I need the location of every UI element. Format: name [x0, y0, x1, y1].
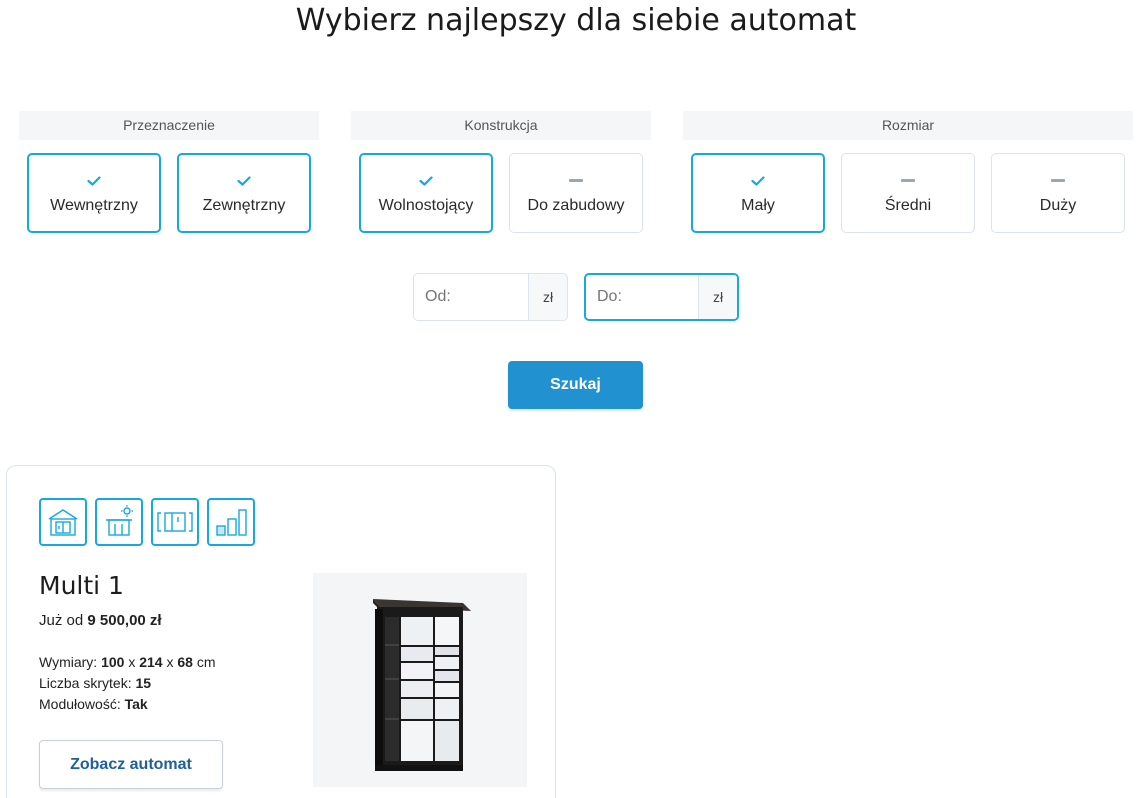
view-product-button[interactable]: Zobacz automat [39, 740, 223, 789]
freestanding-module-icon [151, 498, 199, 546]
filter-header-construction: Konstrukcja [351, 111, 651, 140]
parcel-locker-illustration [373, 599, 471, 771]
product-specs: Wymiary: 100 x 214 x 68 cm Liczba skryte… [39, 652, 216, 715]
spec-label: Wymiary: [39, 654, 98, 670]
dim-separator: x [128, 654, 136, 670]
dim-unit: cm [196, 654, 216, 670]
product-price: Już od 9 500,00 zł [39, 612, 162, 629]
page-title: Wybierz najlepszy dla siebie automat [295, 3, 857, 38]
spec-modularity: Modułowość: Tak [39, 694, 216, 715]
dim-depth: 68 [177, 654, 193, 670]
filter-header-purpose: Przeznaczenie [19, 111, 319, 140]
dim-separator: x [166, 654, 174, 670]
filter-group-construction: Konstrukcja Wolnostojący Do zabudowy [351, 111, 651, 233]
option-label: Zewnętrzny [202, 197, 286, 214]
indoor-building-icon [39, 498, 87, 546]
option-outdoor[interactable]: Zewnętrzny [177, 153, 311, 233]
option-freestanding[interactable]: Wolnostojący [359, 153, 493, 233]
search-button[interactable]: Szukaj [508, 361, 643, 409]
option-label: Wewnętrzny [50, 197, 138, 214]
option-medium[interactable]: Średni [841, 153, 975, 233]
option-label: Wolnostojący [378, 197, 474, 214]
option-label: Mały [741, 197, 775, 214]
dash-icon [510, 174, 642, 188]
spec-label: Modułowość: [39, 696, 121, 712]
filter-group-size: Rozmiar Mały Średni Duży [683, 111, 1133, 233]
option-label: Średni [884, 197, 932, 214]
product-card: Multi 1 Już od 9 500,00 zł Wymiary: 100 … [6, 465, 556, 798]
price-to-input[interactable] [586, 275, 701, 319]
dim-width: 100 [101, 654, 125, 670]
price-to-field: zł [584, 273, 739, 321]
dim-height: 214 [139, 654, 163, 670]
currency-unit: zł [528, 274, 567, 320]
dash-icon [842, 174, 974, 188]
filter-group-purpose: Przeznaczenie Wewnętrzny Zewnętrzny [19, 111, 319, 233]
product-image[interactable] [313, 573, 527, 787]
check-icon [693, 174, 823, 188]
check-icon [361, 174, 491, 188]
option-label: Do zabudowy [527, 197, 625, 214]
spec-value: Tak [124, 696, 148, 712]
option-large[interactable]: Duży [991, 153, 1125, 233]
spec-lockers: Liczba skrytek: 15 [39, 673, 216, 694]
price-from-input[interactable] [414, 274, 529, 320]
size-bars-icon [207, 498, 255, 546]
dash-icon [992, 174, 1124, 188]
spec-value: 15 [135, 675, 152, 691]
option-small[interactable]: Mały [691, 153, 825, 233]
option-built-in[interactable]: Do zabudowy [509, 153, 643, 233]
price-value: 9 500,00 zł [87, 612, 162, 629]
option-indoor[interactable]: Wewnętrzny [27, 153, 161, 233]
filter-header-size: Rozmiar [683, 111, 1133, 140]
feature-icons [39, 498, 255, 546]
check-icon [29, 174, 159, 188]
price-from-field: zł [413, 273, 568, 321]
product-name: Multi 1 [39, 571, 124, 600]
spec-label: Liczba skrytek: [39, 675, 132, 691]
option-label: Duży [1039, 197, 1077, 214]
outdoor-sun-icon [95, 498, 143, 546]
spec-dimensions: Wymiary: 100 x 214 x 68 cm [39, 652, 216, 673]
price-prefix: Już od [39, 612, 84, 629]
currency-unit: zł [698, 275, 737, 319]
check-icon [179, 174, 309, 188]
